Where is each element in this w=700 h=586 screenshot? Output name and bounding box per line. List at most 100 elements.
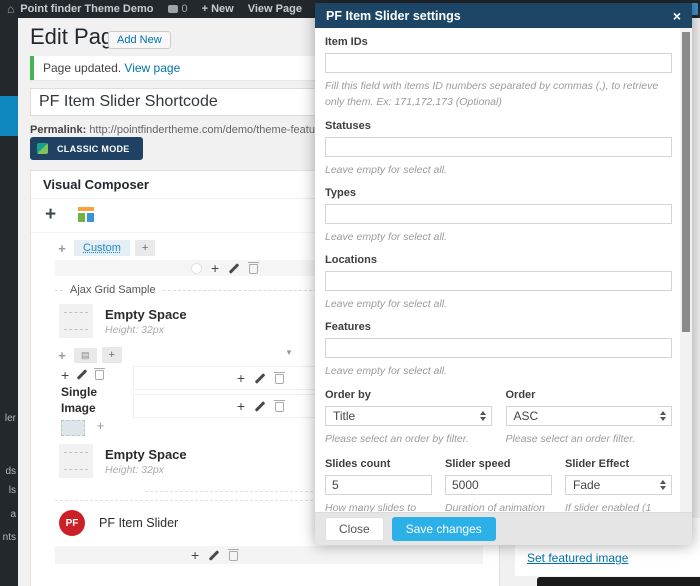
element-subtitle: Height: 32px xyxy=(105,324,187,336)
comments-icon[interactable] xyxy=(168,5,178,13)
select-arrows-icon xyxy=(480,411,486,421)
move-icon[interactable]: + xyxy=(55,241,69,256)
slider-speed-input[interactable] xyxy=(445,475,552,495)
pencil-icon[interactable] xyxy=(229,263,240,274)
field-label: Locations xyxy=(325,254,672,266)
field-order-by: Order by Title Please select an order by… xyxy=(325,389,492,456)
field-helper: Please select an order filter. xyxy=(506,431,673,447)
field-item-ids: Item IDs Fill this field with items ID n… xyxy=(325,36,672,111)
modal-title: PF Item Slider settings xyxy=(326,9,461,23)
scrollbar-thumb[interactable] xyxy=(682,32,690,332)
slider-effect-value: Fade xyxy=(573,478,600,492)
pencil-icon[interactable] xyxy=(255,401,266,412)
plus-icon[interactable]: + xyxy=(237,373,245,383)
admin-menu-item-fragment[interactable]: ls xyxy=(0,485,16,496)
modal-scrollbar[interactable] xyxy=(680,28,692,512)
classic-mode-icon xyxy=(37,143,48,154)
plus-icon[interactable]: + xyxy=(191,550,199,560)
add-tab-icon[interactable]: + xyxy=(135,240,155,256)
section-title: Ajax Grid Sample xyxy=(70,284,156,296)
pf-item-slider-settings-modal: PF Item Slider settings × Item IDs Fill … xyxy=(315,3,692,545)
pencil-icon[interactable] xyxy=(209,550,220,561)
order-select[interactable]: ASC xyxy=(506,406,673,426)
trash-icon[interactable] xyxy=(275,402,284,412)
admin-menu-item-fragment[interactable]: ler xyxy=(0,413,16,424)
close-button[interactable]: Close xyxy=(325,517,384,541)
view-page-link[interactable]: View page xyxy=(124,61,180,75)
order-by-select[interactable]: Title xyxy=(325,406,492,426)
field-slider-speed: Slider speed Duration of animation betwe… xyxy=(445,458,552,512)
element-title: PF Item Slider xyxy=(99,516,178,530)
element-title: Empty Space xyxy=(105,307,187,322)
image-thumbnail[interactable] xyxy=(61,420,85,436)
pf-logo-icon: PF xyxy=(59,510,85,536)
admin-menu-item-fragment[interactable]: ds xyxy=(0,466,16,477)
modal-header: PF Item Slider settings × xyxy=(315,3,692,28)
field-helper: Leave empty for select all. xyxy=(325,229,672,245)
post-title-input[interactable] xyxy=(30,88,330,116)
field-label: Order by xyxy=(325,389,492,401)
comments-count: 0 xyxy=(182,3,188,15)
field-label: Order xyxy=(506,389,673,401)
item-ids-input[interactable] xyxy=(325,53,672,73)
field-helper: Please select an order by filter. xyxy=(325,431,492,447)
locations-input[interactable] xyxy=(325,271,672,291)
field-label: Item IDs xyxy=(325,36,672,48)
plus-icon[interactable]: + xyxy=(237,401,245,411)
field-label: Slider Effect xyxy=(565,458,672,470)
field-helper: Leave empty for select all. xyxy=(325,363,672,379)
order-by-value: Title xyxy=(333,409,355,423)
plus-icon[interactable]: + xyxy=(211,263,219,273)
admin-bar-view-page[interactable]: View Page xyxy=(248,3,302,15)
add-new-button[interactable]: Add New xyxy=(108,31,171,49)
templates-icon[interactable] xyxy=(78,207,94,223)
row-controls: + xyxy=(55,546,483,564)
admin-menu-item-fragment[interactable]: a xyxy=(0,509,16,520)
row-color-toggle[interactable] xyxy=(191,263,202,274)
field-slider-effect: Slider Effect Fade If slider enabled (1 … xyxy=(565,458,672,512)
close-icon[interactable]: × xyxy=(673,8,681,24)
modal-body: Item IDs Fill this field with items ID n… xyxy=(315,28,680,512)
field-helper: How many slides to show? Enter number or… xyxy=(325,500,432,512)
pencil-icon[interactable] xyxy=(77,369,88,380)
field-locations: Locations Leave empty for select all. xyxy=(325,254,672,312)
tab-custom[interactable]: Custom xyxy=(74,240,130,256)
element-subtitle: Height: 32px xyxy=(105,464,187,476)
trash-icon[interactable] xyxy=(95,370,104,380)
field-helper: If slider enabled (1 Column) You can sel… xyxy=(565,500,672,512)
set-featured-image-link[interactable]: Set featured image xyxy=(527,551,628,565)
field-features: Features Leave empty for select all. xyxy=(325,321,672,379)
element-title[interactable]: Single Image xyxy=(55,385,125,416)
field-label: Features xyxy=(325,321,672,333)
divider-line xyxy=(55,290,63,291)
plus-icon[interactable]: + xyxy=(97,418,105,433)
statuses-input[interactable] xyxy=(325,137,672,157)
field-label: Statuses xyxy=(325,120,672,132)
plus-icon[interactable]: + xyxy=(61,370,69,380)
features-input[interactable] xyxy=(325,338,672,358)
slides-count-input[interactable] xyxy=(325,475,432,495)
field-order: Order ASC Please select an order filter. xyxy=(506,389,673,456)
admin-bar-new[interactable]: + New xyxy=(202,3,234,15)
admin-menu-item-fragment[interactable]: nts xyxy=(0,532,16,543)
move-icon[interactable]: + xyxy=(55,348,69,363)
admin-bar-site-name[interactable]: Point finder Theme Demo xyxy=(20,3,153,15)
home-icon[interactable]: ⌂ xyxy=(7,2,14,16)
trash-icon[interactable] xyxy=(229,551,238,561)
select-arrows-icon xyxy=(660,480,666,490)
element-title: Empty Space xyxy=(105,447,187,462)
add-tab-icon[interactable]: + xyxy=(102,347,122,363)
types-input[interactable] xyxy=(325,204,672,224)
trash-icon[interactable] xyxy=(249,264,258,274)
pencil-icon[interactable] xyxy=(255,373,266,384)
classic-mode-button[interactable]: CLASSIC MODE xyxy=(30,137,143,160)
notice-text: Page updated. xyxy=(43,61,121,75)
add-element-icon[interactable]: + xyxy=(45,207,56,223)
layout-tab-icon[interactable]: ▤ xyxy=(74,348,97,363)
page-updated-notice: Page updated. View page xyxy=(30,56,330,80)
save-changes-button[interactable]: Save changes xyxy=(392,517,496,541)
trash-icon[interactable] xyxy=(275,374,284,384)
field-helper: Fill this field with items ID numbers se… xyxy=(325,78,672,111)
slider-effect-select[interactable]: Fade xyxy=(565,475,672,495)
chevron-down-icon[interactable]: ▼ xyxy=(285,348,293,357)
